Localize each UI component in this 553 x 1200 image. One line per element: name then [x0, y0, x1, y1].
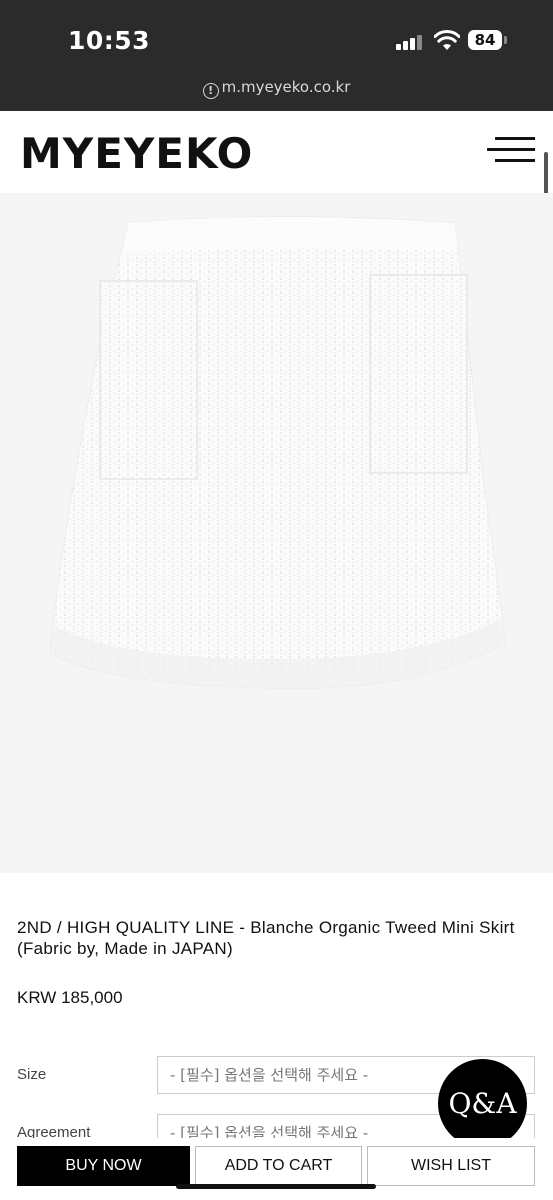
wifi-icon [434, 30, 460, 50]
product-image[interactable] [0, 193, 553, 873]
status-bar: 10:53 84 ! m.myeyeko.co.kr [0, 0, 553, 111]
wish-list-button[interactable]: WISH LIST [367, 1146, 535, 1186]
bottom-action-bar: BUY NOW ADD TO CART WISH LIST [0, 1138, 553, 1200]
size-label: Size [17, 1066, 47, 1083]
site-logo[interactable]: MYEYEKO [20, 129, 253, 178]
address-bar[interactable]: ! m.myeyeko.co.kr [0, 78, 553, 99]
qa-button[interactable]: Q&A [438, 1059, 527, 1148]
hamburger-menu-icon[interactable] [487, 135, 535, 165]
url-text: m.myeyeko.co.kr [221, 78, 351, 96]
cellular-signal-icon [396, 34, 424, 50]
battery-nub [504, 36, 507, 44]
product-price: KRW 185,000 [17, 988, 123, 1007]
add-to-cart-button[interactable]: ADD TO CART [195, 1146, 362, 1186]
site-header: MYEYEKO [0, 111, 553, 193]
home-indicator [176, 1184, 376, 1189]
skirt-illustration [49, 215, 506, 689]
status-time: 10:53 [68, 26, 151, 55]
battery-indicator: 84 [468, 30, 502, 50]
buy-now-button[interactable]: BUY NOW [17, 1146, 190, 1186]
info-icon: ! [202, 83, 219, 99]
product-title: 2ND / HIGH QUALITY LINE - Blanche Organi… [17, 918, 515, 958]
